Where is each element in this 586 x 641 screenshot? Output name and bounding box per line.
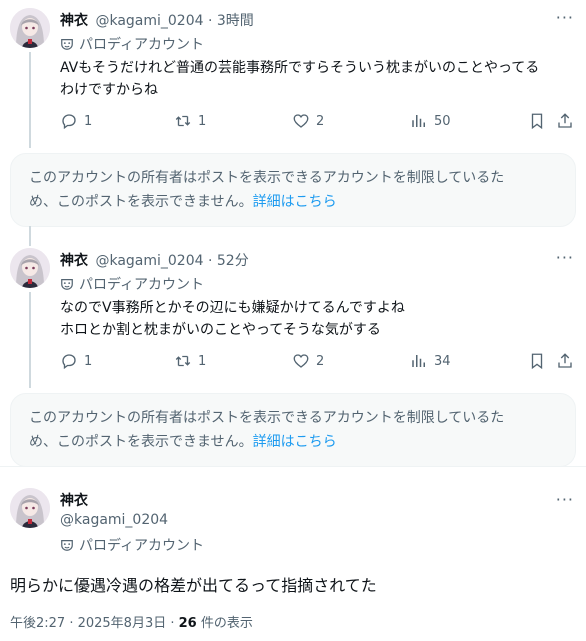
divider: [0, 466, 586, 467]
share-button[interactable]: [556, 352, 574, 370]
parody-mask-icon: [60, 277, 74, 291]
parody-label: パロディアカウント: [79, 277, 205, 293]
like-icon: [293, 114, 309, 128]
reply-icon: [62, 354, 76, 370]
reply-button[interactable]: 1: [60, 112, 92, 130]
thread-line: [29, 292, 31, 388]
share-icon: [558, 353, 572, 368]
user-handle[interactable]: @kagami_0204: [95, 13, 203, 29]
avatar[interactable]: [10, 8, 50, 48]
thread-line: [29, 226, 31, 246]
tweet-text: なのでV事務所とかその辺にも嫌疑かけてるんですよね ホロとか割と枕まがいのことや…: [60, 300, 405, 338]
timestamp[interactable]: 3時間: [217, 13, 254, 29]
restricted-post-notice: このアカウントの所有者はポストを表示できるアカウントを制限しているた め、このポ…: [10, 393, 576, 467]
repost-count: 1: [198, 113, 207, 129]
repost-icon: [175, 355, 191, 367]
timestamp[interactable]: 52分: [217, 253, 249, 269]
thread-line: [29, 52, 31, 148]
user-handle[interactable]: @kagami_0204: [60, 512, 168, 528]
reply-count: 1: [84, 353, 93, 369]
more-icon[interactable]: ···: [556, 248, 574, 267]
parody-badge: パロディアカウント: [60, 274, 204, 294]
post-timestamp[interactable]: 午後2:27 · 2025年8月3日 ·: [10, 616, 179, 631]
reply-icon: [62, 114, 76, 130]
views-count: 34: [434, 353, 451, 369]
tweet-header: 神衣 @kagami_0204 · 3時間: [60, 10, 254, 30]
learn-more-link[interactable]: 詳細はこちら: [253, 434, 337, 450]
parody-label: パロディアカウント: [79, 37, 205, 53]
display-name[interactable]: 神衣: [60, 13, 88, 29]
parody-label: パロディアカウント: [79, 538, 205, 554]
like-button[interactable]: 2: [292, 112, 324, 130]
action-bar: 1 1 2 50: [60, 112, 572, 132]
bookmark-button[interactable]: [528, 112, 546, 130]
tweet-text: AVもそうだけれど普通の芸能事務所ですらそういう枕まがいのことやってる わけです…: [60, 60, 540, 98]
view-label: 件の表示: [196, 616, 253, 631]
action-bar: 1 1 2 34: [60, 352, 572, 372]
bookmark-icon: [531, 113, 543, 130]
display-name[interactable]: 神衣: [60, 253, 88, 269]
repost-button[interactable]: 1: [174, 112, 206, 130]
repost-icon: [175, 115, 191, 127]
like-count: 2: [316, 113, 325, 129]
like-count: 2: [316, 353, 325, 369]
parody-badge: パロディアカウント: [60, 535, 204, 555]
separator: ·: [207, 13, 213, 29]
share-button[interactable]: [556, 112, 574, 130]
like-icon: [293, 354, 309, 368]
learn-more-link[interactable]: 詳細はこちら: [253, 194, 337, 210]
repost-count: 1: [198, 353, 207, 369]
views-icon: [412, 355, 425, 367]
parody-mask-icon: [60, 538, 74, 552]
parody-mask-icon: [60, 37, 74, 51]
views-icon: [412, 115, 425, 127]
display-name[interactable]: 神衣: [60, 493, 88, 509]
repost-button[interactable]: 1: [174, 352, 206, 370]
separator: ·: [207, 253, 213, 269]
main-tweet-header: 神衣: [60, 490, 88, 510]
user-handle[interactable]: @kagami_0204: [95, 253, 203, 269]
view-count: 26: [178, 616, 197, 631]
views-count: 50: [434, 113, 451, 129]
main-tweet-text: 明らかに優遇冷遇の格差が出てるって指摘されてた: [10, 576, 377, 595]
parody-badge: パロディアカウント: [60, 34, 204, 54]
views-button[interactable]: 34: [410, 352, 451, 370]
bookmark-button[interactable]: [528, 352, 546, 370]
bookmark-icon: [531, 353, 543, 370]
views-button[interactable]: 50: [410, 112, 451, 130]
avatar[interactable]: [10, 248, 50, 288]
main-handle-row: @kagami_0204: [60, 512, 168, 528]
reply-button[interactable]: 1: [60, 352, 92, 370]
more-icon[interactable]: ···: [556, 490, 574, 509]
restricted-post-notice: このアカウントの所有者はポストを表示できるアカウントを制限しているた め、このポ…: [10, 153, 576, 227]
reply-count: 1: [84, 113, 93, 129]
like-button[interactable]: 2: [292, 352, 324, 370]
tweet-header: 神衣 @kagami_0204 · 52分: [60, 250, 249, 270]
share-icon: [558, 113, 572, 128]
more-icon[interactable]: ···: [556, 8, 574, 27]
tweet-meta: 午後2:27 · 2025年8月3日 · 26 件の表示: [10, 612, 253, 631]
avatar[interactable]: [10, 488, 50, 528]
